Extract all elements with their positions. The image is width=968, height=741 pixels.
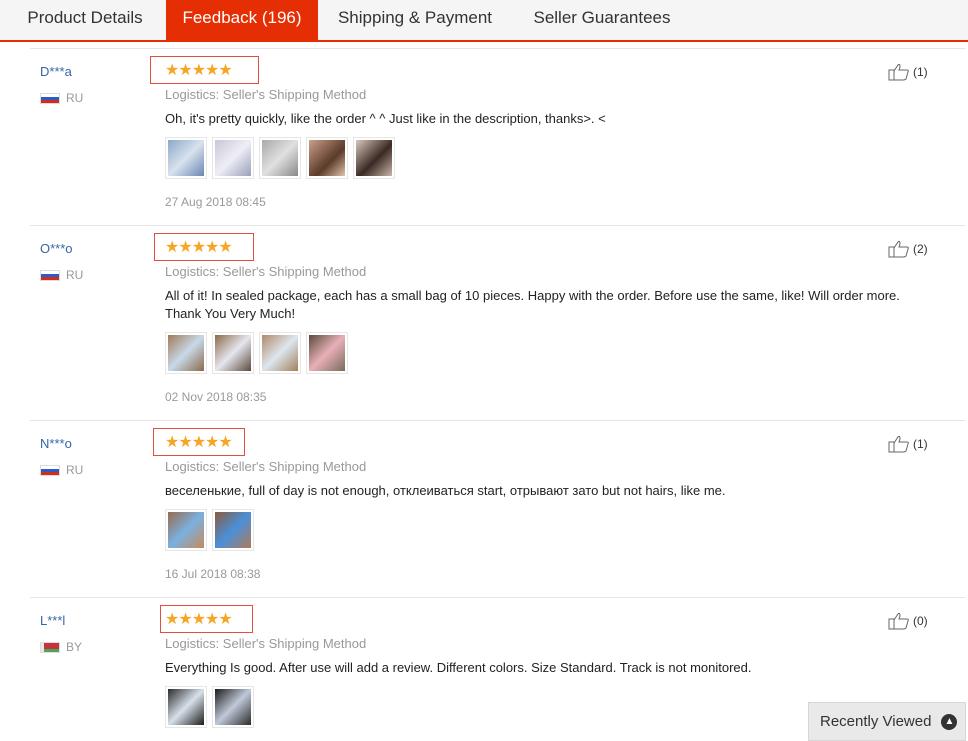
recently-viewed-button[interactable]: Recently Viewed ▲: [808, 702, 966, 741]
review-photo[interactable]: [212, 509, 254, 551]
review-photo[interactable]: [165, 686, 207, 728]
logistics-label: Logistics: Seller's Shipping Method: [165, 87, 367, 102]
review-date: 02 Nov 2018 08:35: [165, 390, 267, 404]
logistics-label: Logistics: Seller's Shipping Method: [165, 264, 367, 279]
review-photos: [165, 332, 353, 374]
tab-feedback[interactable]: Feedback (196): [166, 0, 318, 40]
review-photos: [165, 509, 259, 551]
russia-flag-icon: [40, 92, 60, 104]
star-rating: ★★★★★: [165, 239, 233, 256]
review-photo[interactable]: [212, 686, 254, 728]
helpful-button[interactable]: (2): [888, 240, 928, 258]
divider: [30, 597, 965, 598]
review-photo[interactable]: [165, 332, 207, 374]
divider: [30, 48, 965, 49]
review-photos: [165, 686, 259, 728]
thumbs-up-icon: [888, 435, 909, 453]
review-photo[interactable]: [259, 137, 301, 179]
tab-seller-guarantees[interactable]: Seller Guarantees: [514, 0, 690, 40]
review-text: Oh, it's pretty quickly, like the order …: [165, 111, 606, 126]
tab-product-details[interactable]: Product Details: [10, 0, 160, 40]
review-photo[interactable]: [212, 137, 254, 179]
review-photo[interactable]: [212, 332, 254, 374]
review-photo[interactable]: [165, 137, 207, 179]
chevron-up-icon: ▲: [941, 713, 958, 730]
logistics-label: Logistics: Seller's Shipping Method: [165, 636, 367, 651]
helpful-button[interactable]: (0): [888, 612, 928, 630]
divider: [30, 420, 965, 421]
star-rating: ★★★★★: [165, 62, 233, 79]
review-photo[interactable]: [306, 137, 348, 179]
review-photo[interactable]: [306, 332, 348, 374]
review-photo[interactable]: [259, 332, 301, 374]
review-photos: [165, 137, 400, 179]
review-date: 16 Jul 2018 08:38: [165, 567, 261, 581]
reviewer-name[interactable]: L***l: [40, 613, 65, 628]
reviewer-country: RU: [40, 91, 83, 105]
russia-flag-icon: [40, 464, 60, 476]
belarus-flag-icon: [40, 641, 60, 653]
divider: [30, 225, 965, 226]
reviewer-name[interactable]: O***o: [40, 241, 73, 256]
reviewer-country: RU: [40, 268, 83, 282]
helpful-button[interactable]: (1): [888, 63, 928, 81]
review-date: 27 Aug 2018 08:45: [165, 195, 266, 209]
logistics-label: Logistics: Seller's Shipping Method: [165, 459, 367, 474]
tab-shipping-payment[interactable]: Shipping & Payment: [322, 0, 508, 40]
helpful-button[interactable]: (1): [888, 435, 928, 453]
thumbs-up-icon: [888, 63, 909, 81]
star-rating: ★★★★★: [165, 611, 233, 628]
star-rating: ★★★★★: [165, 434, 233, 451]
thumbs-up-icon: [888, 240, 909, 258]
reviewer-name[interactable]: D***a: [40, 64, 72, 79]
review-photo[interactable]: [165, 509, 207, 551]
tab-bar: Product Details Feedback (196) Shipping …: [0, 0, 968, 42]
recently-viewed-label: Recently Viewed: [820, 713, 932, 730]
reviewer-name[interactable]: N***o: [40, 436, 72, 451]
review-text: веселенькие, full of day is not enough, …: [165, 483, 726, 498]
russia-flag-icon: [40, 269, 60, 281]
reviewer-country: RU: [40, 463, 83, 477]
thumbs-up-icon: [888, 612, 909, 630]
review-text: All of it! In sealed package, each has a…: [165, 288, 900, 321]
review-photo[interactable]: [353, 137, 395, 179]
review-text: Everything Is good. After use will add a…: [165, 660, 752, 675]
reviewer-country: BY: [40, 640, 82, 654]
